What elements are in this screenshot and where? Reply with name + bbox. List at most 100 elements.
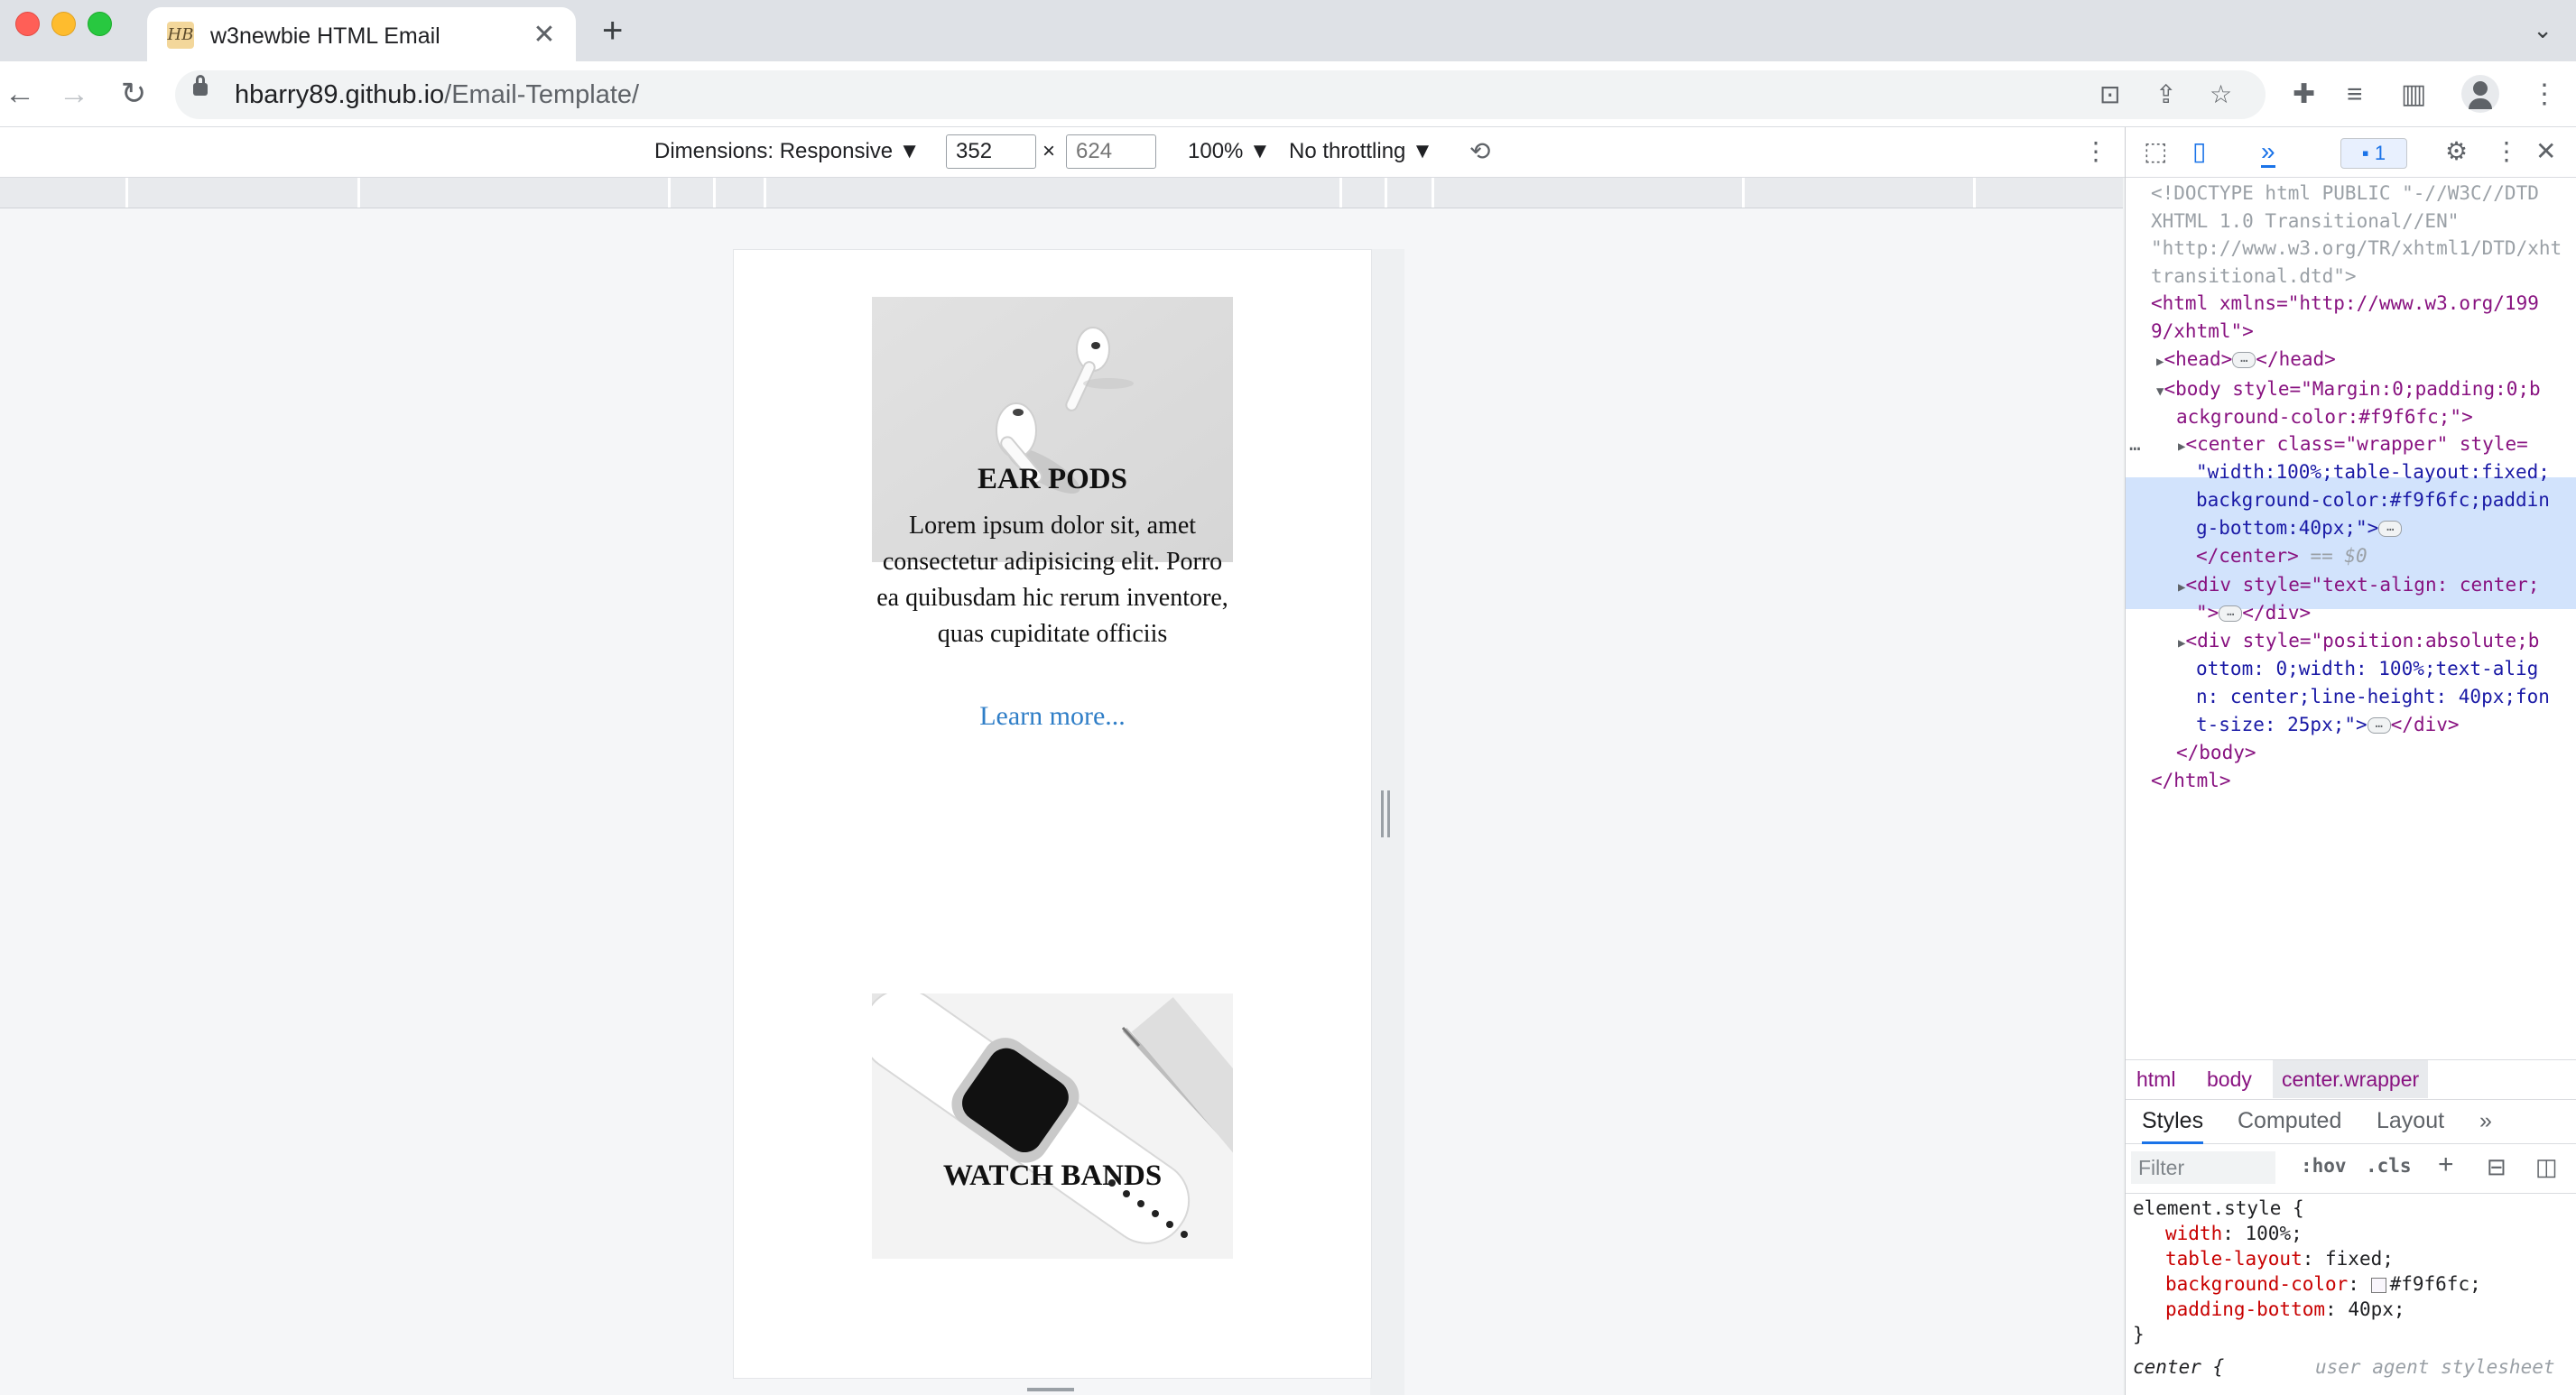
tab-computed[interactable]: Computed (2238, 1100, 2341, 1141)
div-close: </div> (2242, 602, 2312, 624)
cls-toggle[interactable]: .cls (2366, 1155, 2412, 1177)
devtools-toolbar: ⬚ ▯ » ▪ 1 ⚙ ⋮ ✕ (2126, 127, 2576, 178)
div-style-value: n: center;line-height: 40px;fon (2196, 686, 2550, 707)
browser-toolbar: ← → ↻ hbarry89.github.io/Email-Template/… (0, 61, 2576, 127)
center-node[interactable]: ▶<center class="wrapper" style= (2178, 430, 2576, 461)
dimensions-dropdown[interactable]: Dimensions: Responsive ▼ (654, 127, 921, 176)
reload-icon[interactable]: ↻ (116, 76, 152, 112)
tab-styles[interactable]: Styles (2142, 1100, 2204, 1144)
style-value: 40px; (2348, 1298, 2405, 1320)
height-input[interactable] (1066, 134, 1156, 169)
body-close[interactable]: </body> (2176, 739, 2576, 767)
settings-gear-icon[interactable]: ⚙ (2445, 138, 2468, 165)
inspect-element-icon[interactable]: ⬚ (2144, 138, 2167, 165)
hov-toggle[interactable]: :hov (2301, 1155, 2347, 1177)
device-options-icon[interactable]: ⋮ (2083, 127, 2108, 176)
more-menu-icon[interactable]: ⋮ (2531, 81, 2558, 108)
more-tabs-chevron[interactable]: » (2479, 1100, 2492, 1141)
collapsed-ellipsis-icon[interactable]: … (2378, 521, 2403, 537)
breadcrumb-center[interactable]: center.wrapper (2273, 1060, 2429, 1098)
close-tab-icon[interactable]: ✕ (529, 20, 560, 51)
styles-pane: element.style { width: 100%; table-layou… (2126, 1196, 2576, 1395)
learn-more-link[interactable]: Learn more... (734, 701, 1371, 732)
media-query-ruler[interactable] (0, 178, 2123, 208)
issues-badge[interactable]: ▪ 1 (2340, 138, 2407, 169)
product-title: EAR PODS (978, 463, 1127, 495)
maximize-window-button[interactable] (88, 12, 112, 36)
div-open-end: "> (2196, 602, 2219, 624)
head-node[interactable]: ▶<head>… </head> (2156, 346, 2576, 376)
div-style-value: t-size: 25px;"> (2196, 714, 2368, 735)
favicon-icon: HB (167, 22, 194, 49)
new-tab-icon[interactable]: + (602, 11, 623, 51)
devtools-panel: ⬚ ▯ » ▪ 1 ⚙ ⋮ ✕ <!DOCTYPE html PUBLIC "-… (2125, 127, 2576, 1395)
resize-handle[interactable] (1381, 790, 1390, 837)
center-style-value: "width:100%;table-layout:fixed; (2196, 461, 2550, 483)
url-host: hbarry89.github.io (235, 80, 445, 109)
center-style-value: g-bottom:40px;"> (2196, 517, 2379, 539)
center-open: <center class="wrapper" style= (2185, 433, 2528, 455)
zoom-dropdown[interactable]: 100% ▼ (1188, 127, 1271, 176)
elements-tree: <!DOCTYPE html PUBLIC "-//W3C//DTD XHTML… (2126, 180, 2576, 1059)
lock-icon[interactable] (193, 75, 208, 96)
bookmark-star-icon[interactable]: ☆ (2210, 81, 2232, 108)
div-node-cont[interactable]: t-size: 25px;">… </div> (2196, 711, 2576, 739)
body-node[interactable]: ▼<body style="Margin:0;padding:0;b (2156, 375, 2576, 406)
collapsed-ellipsis-icon[interactable]: … (2367, 717, 2391, 734)
collapsed-ellipsis-icon[interactable]: … (2232, 352, 2256, 368)
more-tabs-icon[interactable]: » (2261, 138, 2275, 168)
center-style-end: g-bottom:40px;">… (2196, 514, 2576, 542)
tab-search-chevron-icon[interactable]: ⌄ (2533, 16, 2553, 44)
tab-layout[interactable]: Layout (2377, 1100, 2444, 1141)
tab-title: w3newbie HTML Email (210, 23, 440, 49)
devtools-menu-icon[interactable]: ⋮ (2494, 138, 2519, 165)
styles-filter-row: Filter :hov .cls + ⊟ ◫ (2126, 1144, 2576, 1194)
style-declaration[interactable]: padding-bottom: 40px; (2165, 1297, 2405, 1322)
styles-filter-input[interactable]: Filter (2131, 1151, 2275, 1184)
forward-arrow-icon[interactable]: → (56, 76, 92, 112)
side-panel-icon[interactable]: ▥ (2401, 81, 2426, 108)
div-node[interactable]: ▶<div style="position:absolute;b (2178, 627, 2576, 658)
doctype-line: "http://www.w3.org/TR/xhtml1/DTD/xht (2151, 237, 2562, 260)
address-bar[interactable]: hbarry89.github.io/Email-Template/ ⊡ ⇪ ☆ (175, 70, 2266, 119)
style-declaration[interactable]: table-layout: fixed; (2165, 1246, 2394, 1271)
breadcrumb-html[interactable]: html (2127, 1060, 2184, 1098)
new-rule-plus-icon[interactable]: + (2438, 1150, 2454, 1180)
style-declaration[interactable]: width: 100%; (2165, 1221, 2303, 1246)
toggle-sidebar-icon[interactable]: ◫ (2535, 1153, 2558, 1181)
html-close[interactable]: </html> (2151, 767, 2576, 795)
breadcrumb-body[interactable]: body (2198, 1060, 2261, 1098)
browser-tab[interactable]: HB w3newbie HTML Email ✕ (147, 7, 576, 61)
width-input[interactable] (946, 134, 1036, 169)
collapsed-ellipsis-icon[interactable]: … (2219, 605, 2243, 622)
div-node[interactable]: ▶<div style="text-align: center; (2178, 571, 2576, 602)
rotate-icon[interactable]: ⟲ (1469, 127, 1490, 176)
div-close: </div> (2390, 714, 2460, 735)
html-node[interactable]: <html xmlns="http://www.w3.org/199 (2151, 290, 2576, 318)
styles-tab-bar: Styles Computed Layout » (2126, 1100, 2576, 1144)
html-node-cont[interactable]: 9/xhtml"> (2151, 318, 2576, 346)
paint-brush-icon[interactable]: ⊟ (2487, 1153, 2507, 1181)
bottom-resize-handle[interactable] (1027, 1388, 1074, 1391)
center-style-value: background-color:#f9f6fc;paddin (2196, 489, 2550, 511)
throttling-dropdown[interactable]: No throttling ▼ (1289, 127, 1433, 176)
translate-icon[interactable]: ⊡ (2099, 81, 2120, 108)
minimize-window-button[interactable] (51, 12, 76, 36)
body-node-cont[interactable]: ackground-color:#f9f6fc;"> (2176, 403, 2576, 431)
back-arrow-icon[interactable]: ← (2, 76, 38, 112)
extensions-puzzle-icon[interactable]: ✚ (2293, 81, 2315, 108)
device-toggle-icon[interactable]: ▯ (2192, 138, 2206, 165)
profile-avatar-icon[interactable] (2461, 75, 2499, 113)
div-node-cont[interactable]: ">… </div> (2196, 599, 2576, 627)
doctype-line: transitional.dtd"> (2151, 264, 2357, 287)
style-declaration[interactable]: background-color: #f9f6fc; (2165, 1271, 2481, 1297)
reading-list-icon[interactable]: ≡ (2347, 81, 2363, 108)
share-icon[interactable]: ⇪ (2155, 81, 2176, 108)
close-brace: } (2133, 1324, 2145, 1345)
close-window-button[interactable] (15, 12, 40, 36)
close-devtools-icon[interactable]: ✕ (2535, 138, 2556, 165)
color-swatch-icon[interactable] (2370, 1277, 2386, 1293)
style-value: #f9f6fc; (2389, 1273, 2481, 1295)
style-value: 100%; (2245, 1223, 2303, 1244)
email-page: EAR PODS Lorem ipsum dolor sit, amet con… (733, 249, 1372, 1379)
